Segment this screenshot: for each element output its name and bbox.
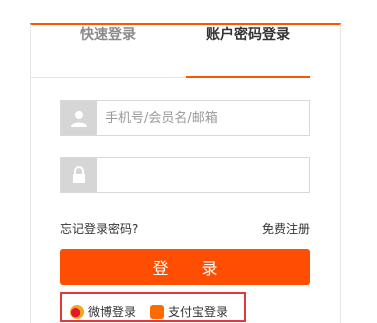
password-input[interactable] bbox=[105, 158, 305, 192]
tab-quick-login[interactable]: 快速登录 bbox=[62, 24, 154, 44]
username-input[interactable] bbox=[105, 101, 305, 135]
username-field[interactable] bbox=[60, 100, 310, 136]
register-link[interactable]: 免费注册 bbox=[262, 220, 310, 237]
third-party-login: 微博登录 支付宝登录 bbox=[60, 292, 246, 322]
lock-icon bbox=[61, 158, 97, 192]
password-field[interactable] bbox=[60, 157, 310, 193]
forgot-password-link[interactable]: 忘记登录密码? bbox=[60, 220, 138, 237]
active-tab-indicator bbox=[186, 76, 310, 78]
login-button[interactable]: 登 录 bbox=[60, 249, 310, 285]
user-icon bbox=[61, 101, 97, 135]
tab-account-login[interactable]: 账户密码登录 bbox=[186, 24, 310, 44]
